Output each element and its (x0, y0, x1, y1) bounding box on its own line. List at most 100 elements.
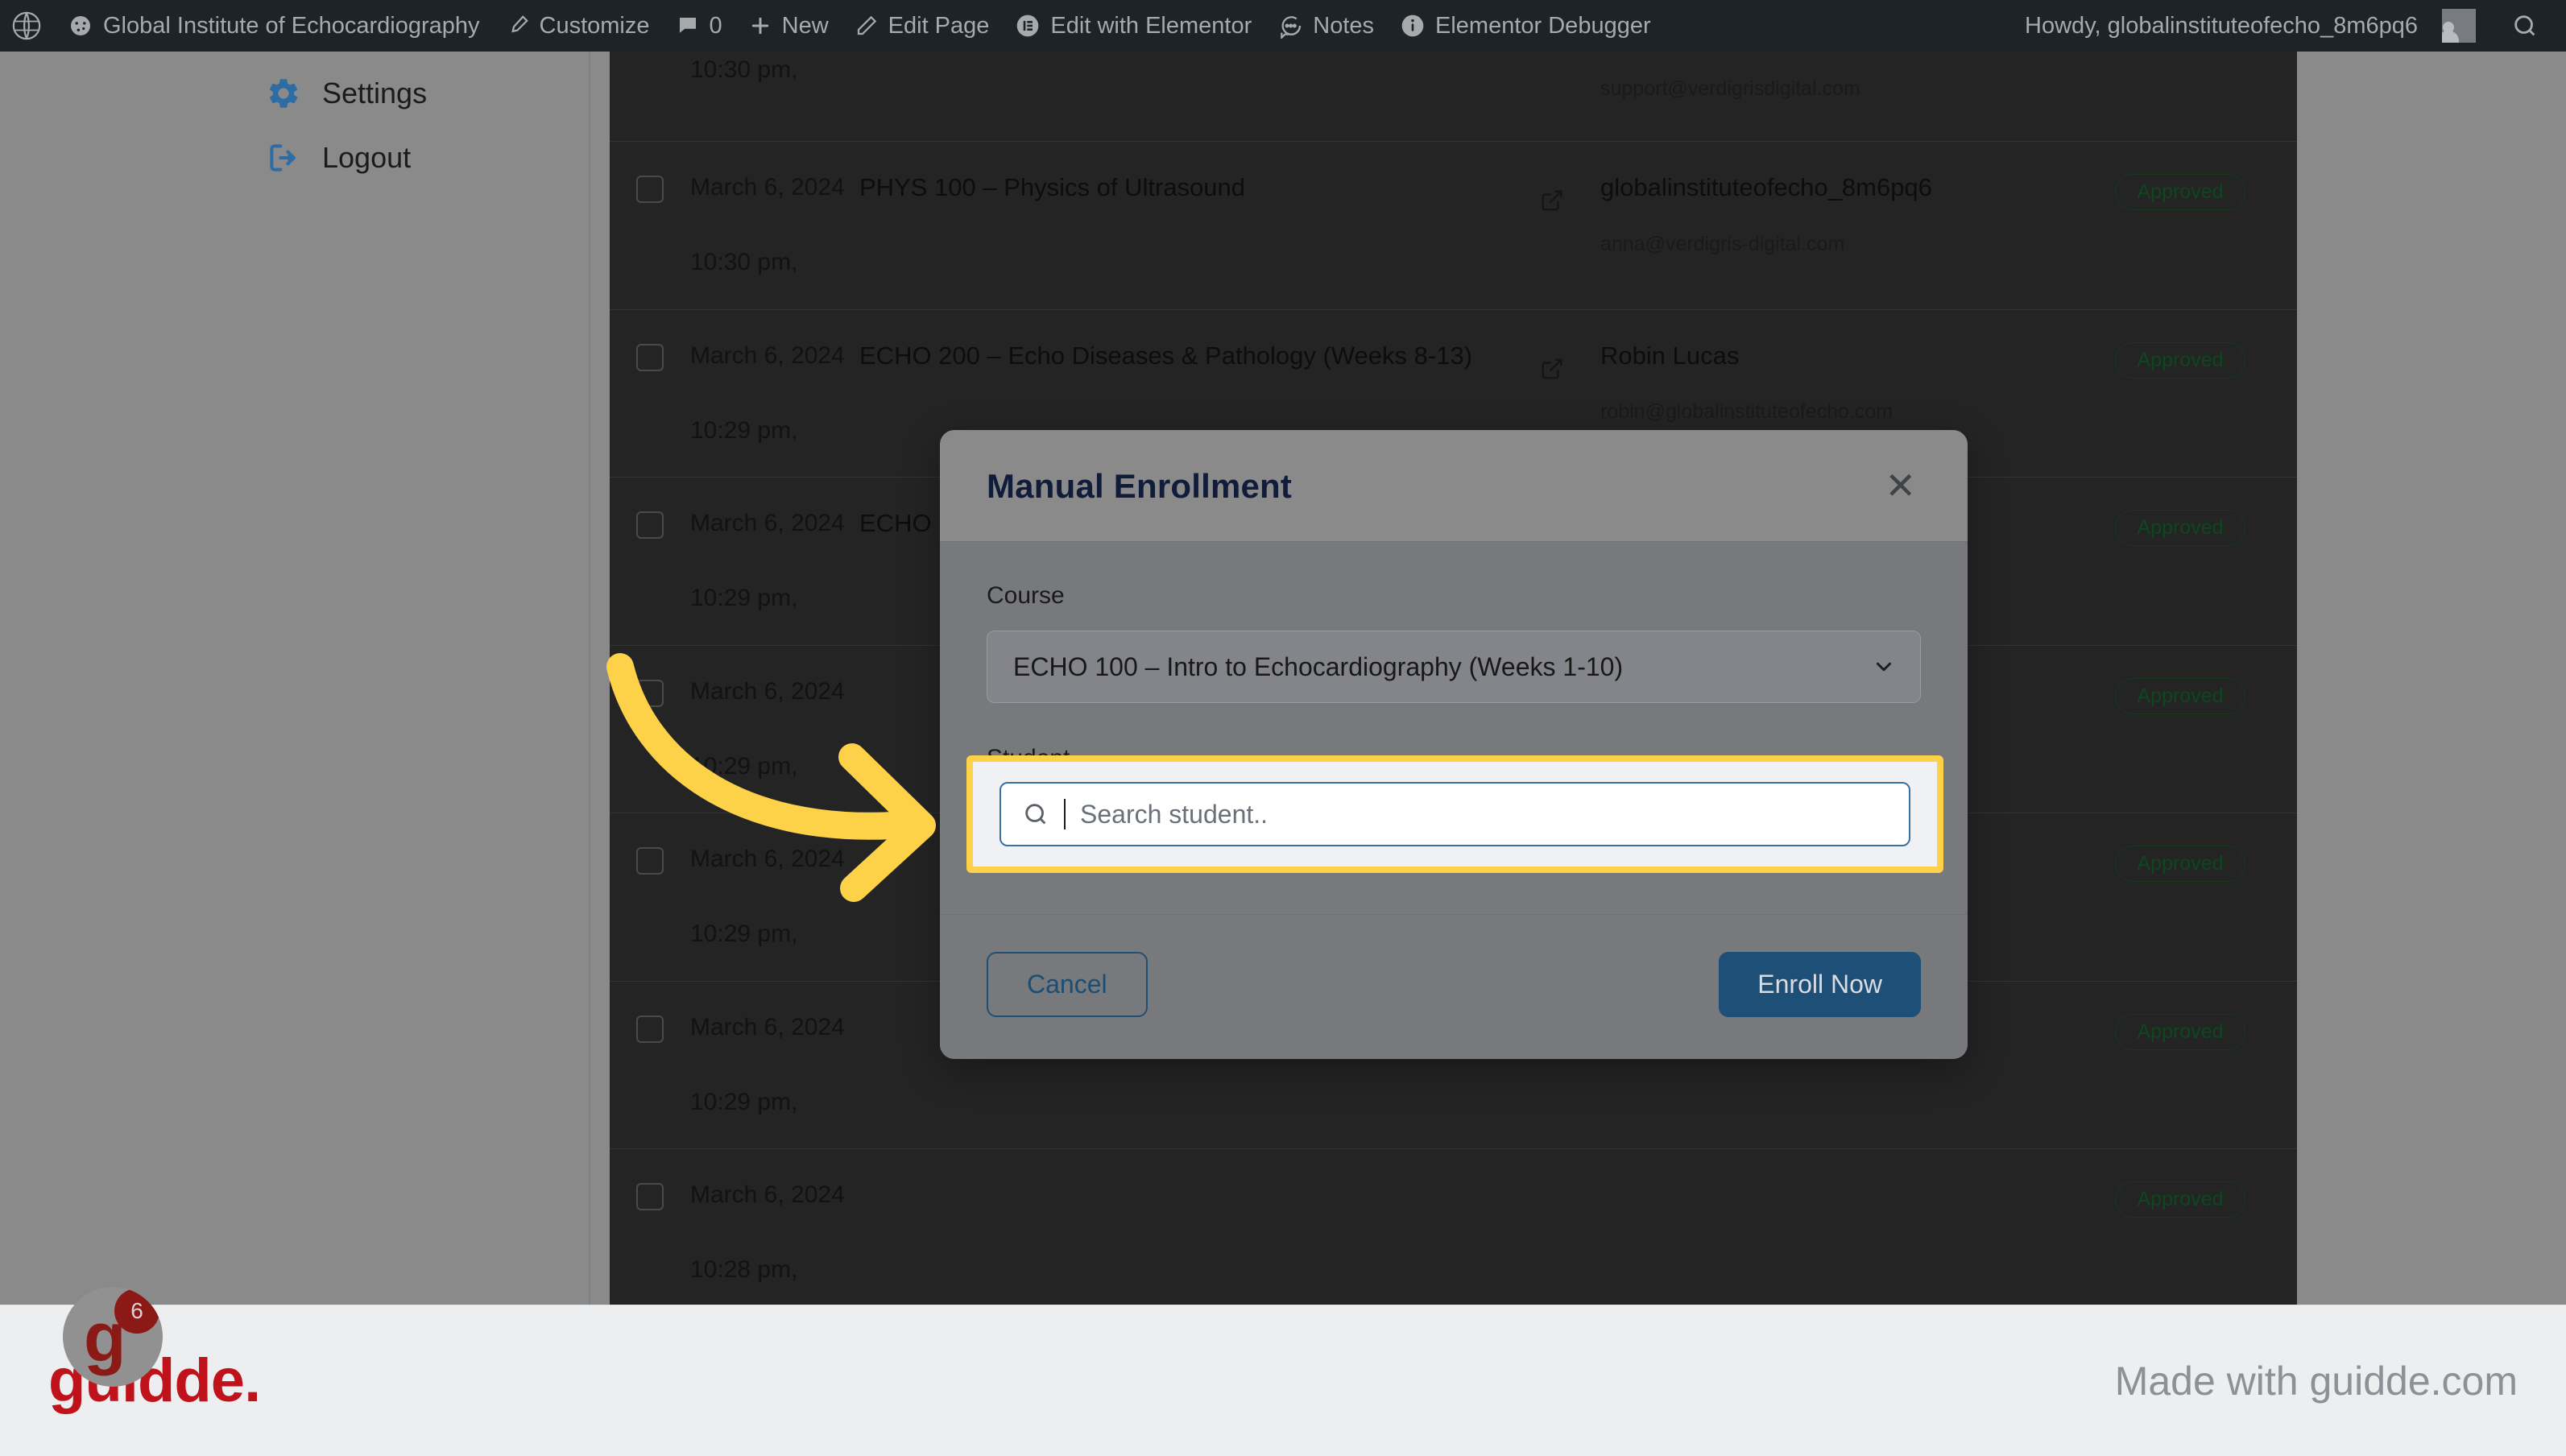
pencil-icon (855, 14, 879, 38)
row-status-cell: Approved (2063, 505, 2297, 546)
sidebar-item-label: Logout (322, 141, 412, 174)
elementor-debugger-menu[interactable]: Elementor Debugger (1387, 0, 1664, 52)
student-search-input[interactable]: Search student.. (999, 782, 1910, 846)
row-checkbox[interactable] (636, 343, 664, 371)
manual-enrollment-modal: Manual Enrollment ✕ Course ECHO 100 – In… (940, 430, 1968, 1059)
row-user: globalinstituteofecho_8m6pq6 anna@verdig… (1600, 169, 2063, 259)
row-time: 10:28 pm, (690, 1256, 798, 1283)
row-checkbox[interactable] (636, 1183, 664, 1210)
external-link-icon[interactable] (1504, 337, 1600, 381)
modal-title: Manual Enrollment (987, 467, 1293, 505)
status-badge: Approved (2115, 846, 2245, 882)
new-label: New (781, 12, 829, 39)
edit-page-label: Edit Page (888, 12, 990, 39)
row-time: 10:29 pm, (690, 1088, 798, 1115)
student-search-placeholder: Search student.. (1080, 799, 1269, 829)
notes-label: Notes (1313, 12, 1375, 39)
row-date-text: March 6, 2024 (690, 1181, 845, 1208)
student-search-highlight: Search student.. (966, 755, 1943, 873)
row-status-cell: Approved (2063, 1177, 2297, 1218)
row-status-cell: Approved (2063, 337, 2297, 378)
sidebar-item-logout[interactable]: Logout (0, 126, 589, 190)
row-date: 10:30 pm, (690, 52, 859, 89)
avatar-body (2442, 31, 2459, 43)
row-user-name: Robin Lucas (1600, 341, 1740, 370)
row-time: 10:30 pm, (690, 56, 798, 83)
comments-menu[interactable]: 0 (663, 0, 735, 52)
customize-label: Customize (539, 12, 650, 39)
row-user-name: globalinstituteofecho_8m6pq6 (1600, 173, 1932, 201)
status-badge: Approved (2115, 1013, 2245, 1050)
table-row[interactable]: March 6, 2024 10:30 pm, PHYS 100 – Physi… (610, 142, 2297, 310)
row-email: robin@globalinstituteofecho.com (1600, 400, 1893, 423)
close-icon[interactable]: ✕ (1880, 467, 1921, 504)
table-row[interactable]: March 6, 2024 10:28 pm, Approved (610, 1149, 2297, 1305)
row-status-cell: Approved (2063, 169, 2297, 210)
row-date-text: March 6, 2024 (690, 1013, 845, 1040)
row-checkbox-cell[interactable] (610, 1177, 690, 1210)
sidebar-item-settings[interactable]: Settings (0, 61, 589, 126)
row-date: March 6, 2024 10:28 pm, (690, 1177, 859, 1289)
screen-root: Settings Logout 10:30 pm, support@verdig… (0, 0, 2566, 1456)
modal-footer: Cancel Enroll Now (940, 914, 1968, 1059)
row-user: Robin Lucas robin@globalinstituteofecho.… (1600, 337, 2063, 428)
sidebar: Settings Logout (0, 52, 590, 1305)
status-badge: Approved (2115, 510, 2245, 546)
plus-icon (748, 14, 772, 38)
site-name-label: Global Institute of Echocardiography (103, 12, 480, 39)
text-caret (1064, 799, 1066, 829)
row-date: March 6, 2024 10:29 pm, (690, 505, 859, 618)
row-course: ECHO 200 – Echo Diseases & Pathology (We… (859, 341, 1473, 370)
external-link-icon[interactable] (1504, 169, 1600, 213)
edit-with-elementor-menu[interactable]: Edit with Elementor (1002, 0, 1264, 52)
course-label: Course (987, 582, 1065, 609)
elementor-icon (1015, 13, 1041, 39)
enroll-now-button[interactable]: Enroll Now (1719, 952, 1921, 1017)
modal-body: Course ECHO 100 – Intro to Echocardiogra… (940, 542, 1968, 772)
avatar (2442, 9, 2476, 43)
row-email: anna@verdigris-digital.com (1600, 232, 1845, 255)
row-checkbox-cell[interactable] (610, 505, 690, 539)
edit-page-menu[interactable]: Edit Page (842, 0, 1003, 52)
row-date-text: March 6, 2024 (690, 341, 845, 369)
status-badge: Approved (2115, 1181, 2245, 1218)
modal-panel: Manual Enrollment ✕ Course ECHO 100 – In… (940, 430, 1968, 1059)
search-icon (1022, 800, 1049, 828)
row-time: 10:29 pm, (690, 920, 798, 947)
row-date: March 6, 2024 10:29 pm, (690, 1009, 859, 1122)
search-icon[interactable] (2489, 12, 2552, 39)
row-time: 10:29 pm, (690, 416, 798, 444)
new-content-menu[interactable]: New (735, 0, 842, 52)
row-status-cell: Approved (2063, 841, 2297, 882)
row-date: March 6, 2024 10:30 pm, (690, 169, 859, 282)
row-checkbox-cell[interactable] (610, 337, 690, 371)
row-checkbox[interactable] (636, 511, 664, 539)
dashboard-site-icon (68, 13, 93, 39)
comments-count: 0 (709, 12, 722, 39)
status-badge: Approved (2115, 341, 2245, 378)
modal-header: Manual Enrollment ✕ (940, 430, 1968, 542)
cancel-button[interactable]: Cancel (987, 952, 1148, 1017)
info-circle-icon (1400, 13, 1426, 39)
howdy-menu[interactable]: Howdy, globalinstituteofecho_8m6pq6 (2012, 0, 2489, 52)
row-checkbox-cell[interactable] (610, 169, 690, 203)
howdy-label: Howdy, globalinstituteofecho_8m6pq6 (2025, 12, 2418, 39)
notes-menu[interactable]: Notes (1264, 0, 1387, 52)
site-name-menu[interactable]: Global Institute of Echocardiography (55, 0, 493, 52)
row-checkbox[interactable] (636, 176, 664, 203)
guidde-widget-bubble[interactable]: g 6 (63, 1287, 163, 1387)
row-course: PHYS 100 – Physics of Ultrasound (859, 173, 1246, 201)
wp-logo-menu[interactable] (0, 0, 55, 52)
row-status-cell (2063, 52, 2297, 56)
edit-with-elementor-label: Edit with Elementor (1050, 12, 1252, 39)
course-select-value: ECHO 100 – Intro to Echocardiography (We… (1013, 651, 1624, 681)
row-checkbox[interactable] (636, 1015, 664, 1043)
guidde-footer: guidde. Made with guidde.com (0, 1305, 2566, 1456)
guidde-bubble-badge: 6 (114, 1288, 159, 1334)
table-row[interactable]: 10:30 pm, support@verdigrisdigital.com (610, 52, 2297, 142)
course-select[interactable]: ECHO 100 – Intro to Echocardiography (We… (987, 631, 1921, 703)
customize-menu[interactable]: Customize (493, 0, 663, 52)
row-checkbox-cell[interactable] (610, 1009, 690, 1043)
row-date: March 6, 2024 10:29 pm, (690, 337, 859, 450)
made-with-guidde-label: Made with guidde.com (2114, 1358, 2518, 1404)
